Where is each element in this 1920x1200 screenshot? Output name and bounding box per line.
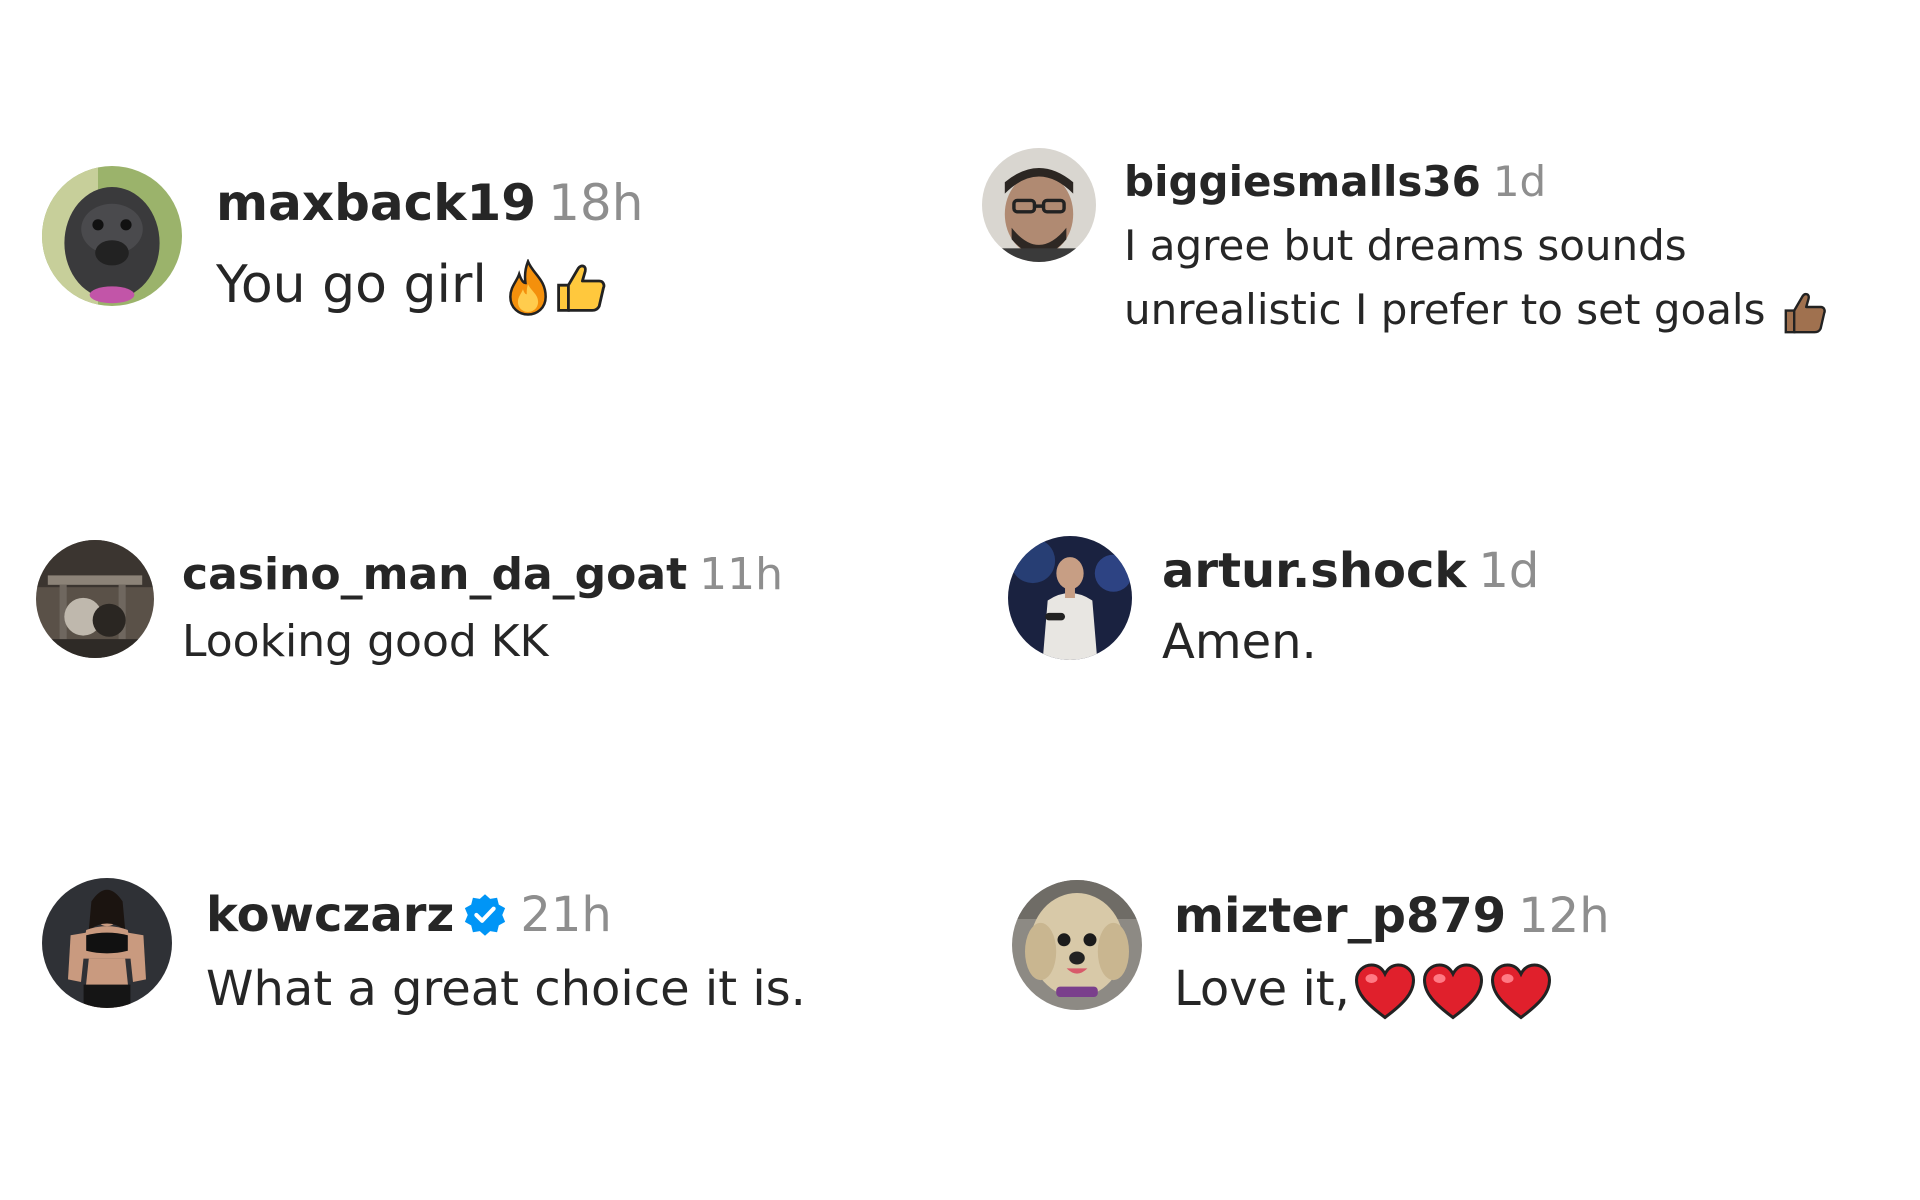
comment-text-content: You go girl xyxy=(216,255,487,315)
comment-item: kowczarz 21h What a great choice it is. xyxy=(42,878,806,1026)
avatar[interactable] xyxy=(36,540,154,658)
comment-item: mizter_p879 12h Love it, xyxy=(1012,880,1610,1026)
comment-text: You go girl xyxy=(216,242,643,328)
timestamp[interactable]: 1d xyxy=(1478,543,1539,599)
username[interactable]: kowczarz xyxy=(206,887,454,943)
woman-fitness-avatar-icon xyxy=(42,878,172,1008)
comment-item: casino_man_da_goat 11h Looking good KK xyxy=(36,540,783,676)
gym-avatar-icon xyxy=(36,540,154,658)
thumbs-up-icon xyxy=(553,260,609,316)
comment-text: Amen. xyxy=(1162,614,1317,670)
dog-avatar-icon xyxy=(42,166,182,306)
timestamp[interactable]: 12h xyxy=(1518,888,1610,944)
username[interactable]: casino_man_da_goat xyxy=(182,549,687,600)
comment-text: What a great choice it is. xyxy=(206,961,806,1017)
avatar[interactable] xyxy=(42,878,172,1008)
username[interactable]: artur.shock xyxy=(1162,543,1466,599)
heart-icon xyxy=(1352,962,1418,1022)
comment-text-content: I agree but dreams sounds unrealistic I … xyxy=(1124,221,1766,334)
timestamp[interactable]: 21h xyxy=(520,887,612,943)
avatar[interactable] xyxy=(1012,880,1142,1010)
comment-item: maxback19 18h You go girl xyxy=(42,164,643,328)
man-glasses-avatar-icon xyxy=(982,148,1096,262)
heart-icon xyxy=(1488,962,1554,1022)
timestamp[interactable]: 18h xyxy=(548,174,643,232)
verified-badge-icon xyxy=(462,892,508,938)
avatar[interactable] xyxy=(1008,536,1132,660)
comment-text: I agree but dreams sounds unrealistic I … xyxy=(1124,214,1884,342)
timestamp[interactable]: 1d xyxy=(1493,157,1546,206)
username[interactable]: biggiesmalls36 xyxy=(1124,157,1481,206)
avatar[interactable] xyxy=(42,166,182,306)
thumbs-up-icon xyxy=(1781,289,1829,337)
username[interactable]: mizter_p879 xyxy=(1174,888,1506,944)
comment-item: biggiesmalls36 1d I agree but dreams sou… xyxy=(982,148,1884,342)
heart-icon xyxy=(1420,962,1486,1022)
comment-text: Looking good KK xyxy=(182,616,549,667)
man-stage-avatar-icon xyxy=(1008,536,1132,660)
comment-text-content: Love it, xyxy=(1174,961,1350,1017)
timestamp[interactable]: 11h xyxy=(699,549,783,600)
comment-text: Love it, xyxy=(1174,952,1610,1026)
fluffy-dog-avatar-icon xyxy=(1012,880,1142,1010)
username[interactable]: maxback19 xyxy=(216,174,536,232)
fire-icon xyxy=(505,259,551,317)
comment-item: artur.shock 1d Amen. xyxy=(1008,536,1539,678)
avatar[interactable] xyxy=(982,148,1096,262)
